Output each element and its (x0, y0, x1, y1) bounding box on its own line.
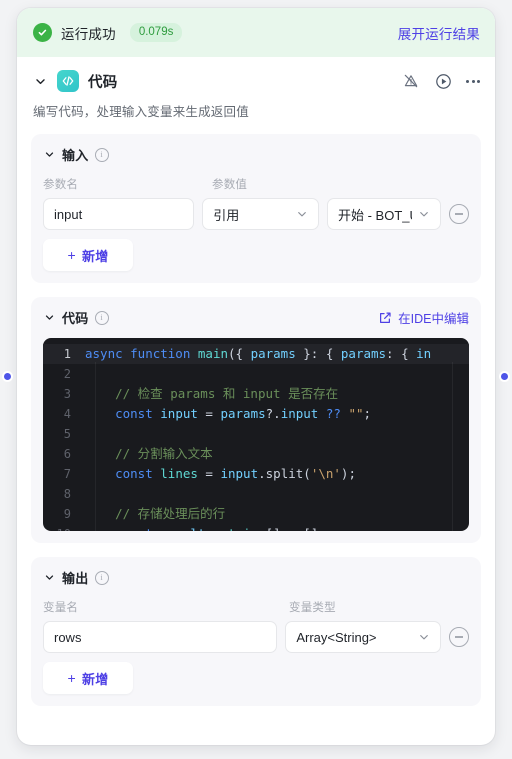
code-line-number: 7 (63, 467, 71, 481)
input-column-labels: 参数名 参数值 (43, 176, 469, 192)
output-remove-row-button[interactable] (449, 627, 469, 647)
output-section-title: 输出 (62, 571, 89, 586)
input-add-param-label: 新增 (81, 248, 109, 264)
code-line-text: // 存储处理后的行 (85, 506, 226, 521)
code-line-text: const result: string[] = []; (83, 524, 469, 531)
code-node-icon (57, 70, 79, 92)
code-line-text: const input = params?.input ?? ""; (115, 406, 372, 421)
output-section-header: 输出 i (43, 568, 469, 587)
input-ref-type-value: 引用 (213, 207, 240, 223)
input-section-title: 输入 (62, 148, 89, 163)
code-indent-guide (95, 362, 96, 531)
check-circle-icon (33, 23, 52, 42)
input-collapse-chevron-down-icon[interactable] (43, 148, 56, 161)
input-section-panel: 输入 i 参数名 参数值 input 引用 开始 - BOT_US (31, 134, 481, 283)
code-line-text: const lines = input.split('\n'); (115, 466, 356, 481)
output-row: rows Array<String> (43, 621, 469, 653)
edit-in-ide-label: 在IDE中编辑 (398, 312, 469, 326)
node-title: 代码 (88, 74, 118, 91)
code-line: 5 (43, 424, 469, 444)
output-variable-type-select[interactable]: Array<String> (285, 621, 441, 653)
output-column-type: 变量类型 (289, 602, 336, 614)
code-collapse-chevron-down-icon[interactable] (43, 311, 56, 324)
input-info-icon[interactable]: i (94, 147, 109, 162)
code-editor[interactable]: 1 async function main({ params }: { param… (43, 338, 469, 531)
code-section-panel: 代码 i 在IDE中编辑 1 async function main({ para… (31, 297, 481, 543)
node-header: 代码 (17, 57, 495, 92)
node-collapse-chevron-down-icon[interactable] (32, 73, 48, 89)
edit-in-ide-button[interactable]: 在IDE中编辑 (378, 308, 469, 327)
code-line: 2 (43, 364, 469, 384)
code-line-number: 8 (63, 487, 71, 501)
run-result-banner: 运行成功 0.079s 展开运行结果 (17, 8, 495, 57)
input-ref-type-select[interactable]: 引用 (202, 198, 319, 230)
code-ruler-line (452, 362, 453, 531)
plus-icon: + (67, 670, 76, 686)
code-line: 8 (43, 484, 469, 504)
more-horizontal-icon[interactable] (466, 76, 480, 87)
input-remove-row-button[interactable] (449, 204, 469, 224)
code-line-number: 5 (63, 427, 71, 441)
input-ref-value: 开始 - BOT_US (337, 207, 412, 223)
code-section-header: 代码 i 在IDE中编辑 (43, 308, 469, 327)
output-column-labels: 变量名 变量类型 (43, 599, 469, 615)
expand-run-result-link[interactable]: 展开运行结果 (398, 23, 480, 43)
input-row: input 引用 开始 - BOT_US (43, 198, 469, 230)
code-line-number: 9 (63, 507, 71, 521)
warning-off-icon[interactable] (402, 72, 420, 90)
run-status-text: 运行成功 (61, 26, 116, 42)
code-line: 10 const result: string[] = []; (43, 524, 469, 531)
play-circle-icon[interactable] (434, 72, 452, 90)
output-collapse-chevron-down-icon[interactable] (43, 571, 56, 584)
code-line: 7 const lines = input.split('\n'); (43, 464, 469, 484)
input-ref-value-select[interactable]: 开始 - BOT_US (326, 198, 441, 230)
code-line: 4 const input = params?.input ?? ""; (43, 404, 469, 424)
code-line: 6 // 分割输入文本 (43, 444, 469, 464)
code-line-number: 10 (43, 524, 83, 531)
code-line: 1 async function main({ params }: { param… (43, 344, 469, 364)
code-line: 9 // 存储处理后的行 (43, 504, 469, 524)
code-line-number: 2 (63, 367, 71, 381)
code-line-text: // 检查 params 和 input 是否存在 (85, 386, 339, 401)
output-port[interactable] (499, 371, 510, 382)
input-param-name-field[interactable]: input (43, 198, 195, 230)
code-info-icon[interactable]: i (94, 310, 109, 325)
run-duration-badge: 0.079s (129, 22, 183, 43)
chevron-down-icon (418, 208, 430, 220)
output-variable-type-value: Array<String> (296, 629, 377, 645)
input-column-name: 参数名 (43, 179, 79, 191)
code-line-number: 6 (63, 447, 71, 461)
code-section-title: 代码 (62, 311, 89, 326)
code-line-number: 3 (63, 387, 71, 401)
code-node-card: 运行成功 0.079s 展开运行结果 代码 编写代码，处理输入变量来生成返回值 … (17, 8, 495, 745)
input-section-header: 输入 i (43, 145, 469, 164)
code-line: 3 // 检查 params 和 input 是否存在 (43, 384, 469, 404)
output-variable-name-field[interactable]: rows (43, 621, 278, 653)
chevron-down-icon (296, 208, 308, 220)
output-add-variable-label: 新增 (81, 671, 109, 687)
code-line-number: 4 (63, 407, 71, 421)
code-line-number: 1 (63, 347, 71, 361)
input-port[interactable] (2, 371, 13, 382)
output-column-name: 变量名 (43, 602, 79, 614)
output-add-variable-button[interactable]: + 新增 (43, 662, 133, 694)
node-header-actions (402, 72, 480, 90)
output-section-panel: 输出 i 变量名 变量类型 rows Array<String> + 新增 (31, 557, 481, 706)
chevron-down-icon (418, 631, 430, 643)
code-line-text: // 分割输入文本 (85, 446, 213, 461)
input-add-param-button[interactable]: + 新增 (43, 239, 133, 271)
code-editor-lines[interactable]: 1 async function main({ params }: { param… (43, 338, 469, 531)
plus-icon: + (67, 247, 76, 263)
edit-square-icon (378, 311, 392, 325)
output-info-icon[interactable]: i (94, 570, 109, 585)
code-line-text: async function main({ params }: { params… (85, 346, 432, 361)
node-description: 编写代码，处理输入变量来生成返回值 (33, 105, 249, 119)
input-column-value: 参数值 (212, 179, 248, 191)
